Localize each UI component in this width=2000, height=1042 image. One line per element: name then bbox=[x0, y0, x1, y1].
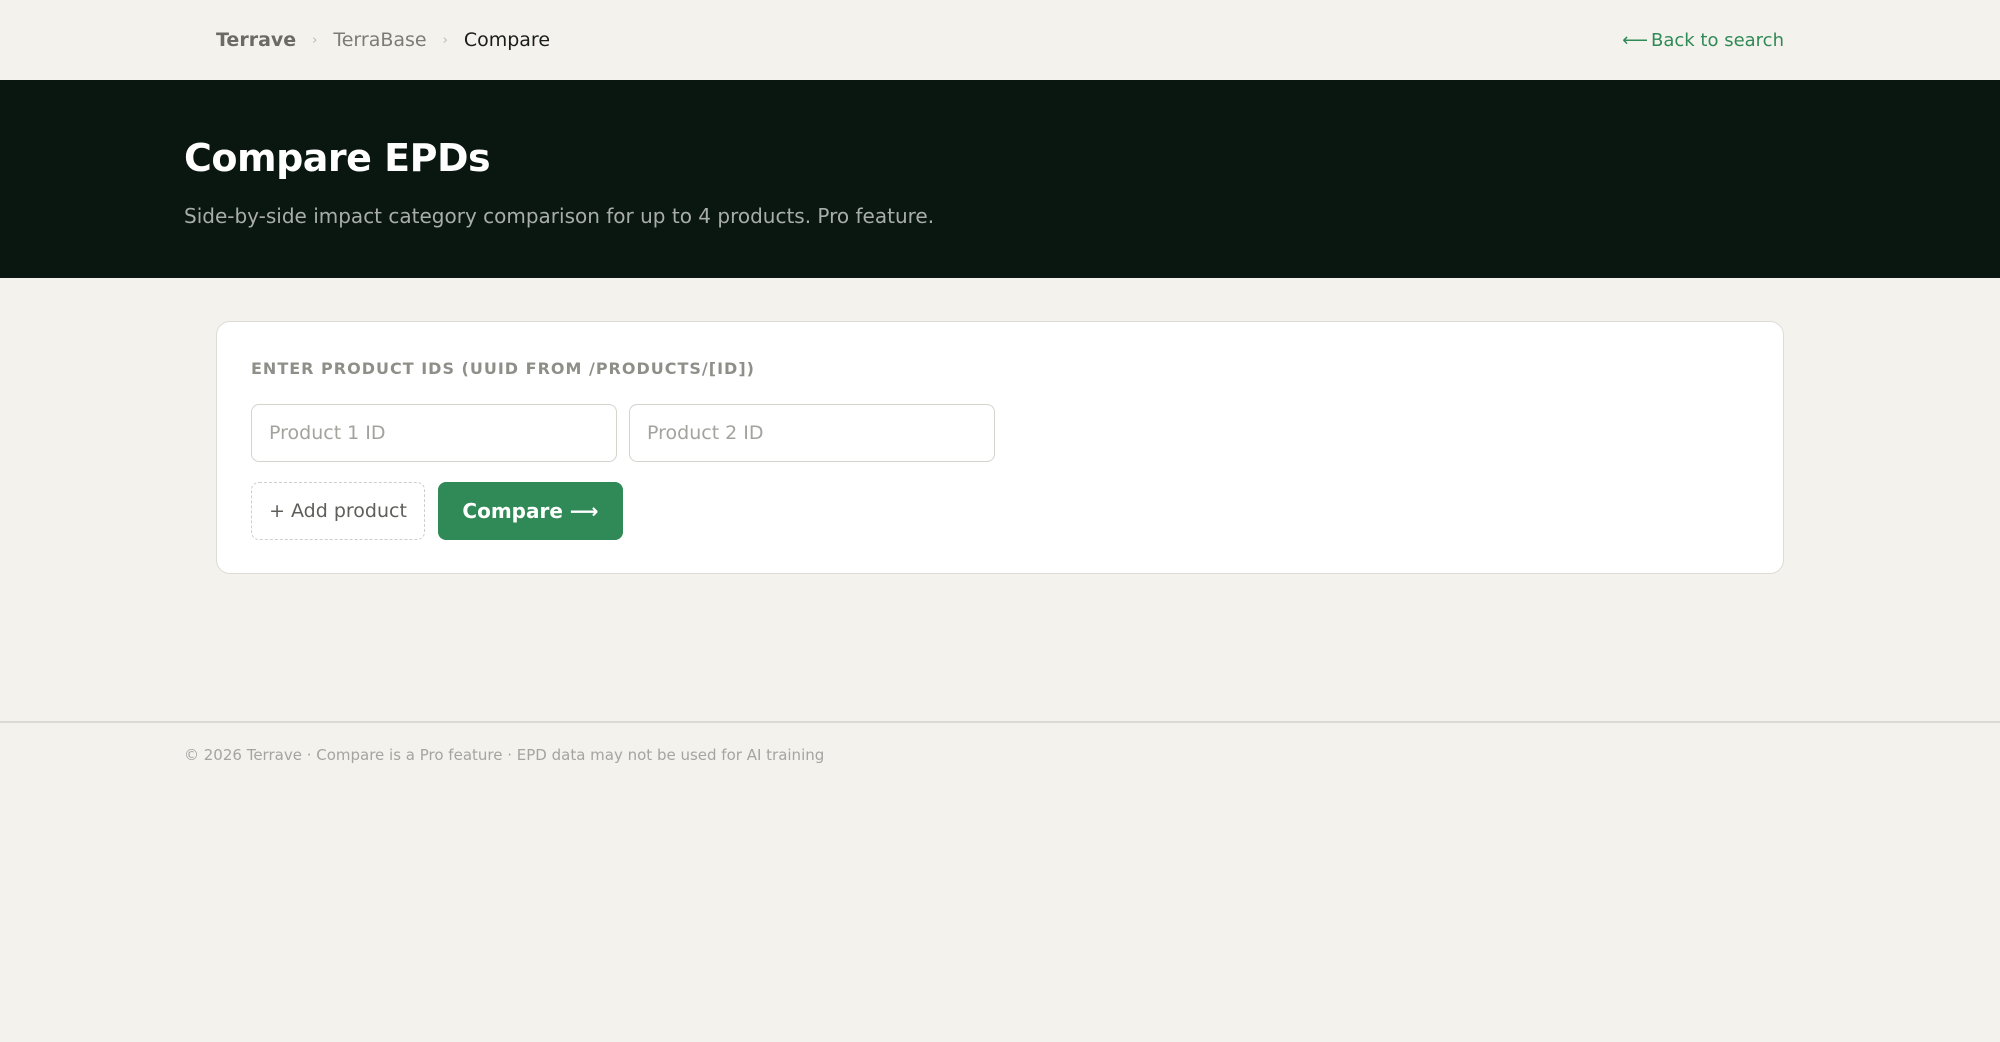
footer-text: © 2026 Terrave · Compare is a Pro featur… bbox=[184, 746, 825, 764]
compare-form-card: ENTER PRODUCT IDS (UUID FROM /PRODUCTS/[… bbox=[216, 321, 1784, 574]
breadcrumb-current: Compare bbox=[463, 29, 551, 51]
arrow-left-icon: ⟵ bbox=[1622, 29, 1648, 51]
product-2-id-input[interactable] bbox=[629, 404, 995, 462]
breadcrumb-terrave-link[interactable]: Terrave bbox=[216, 29, 296, 51]
back-to-search-link[interactable]: ⟵ Back to search bbox=[1622, 0, 1784, 80]
chevron-right-icon: › bbox=[312, 32, 318, 48]
compare-button[interactable]: Compare ⟶ bbox=[438, 482, 623, 540]
top-nav: Terrave › TerraBase › Compare ⟵ Back to … bbox=[0, 0, 2000, 80]
add-product-button[interactable]: + Add product bbox=[251, 482, 425, 540]
product-1-id-input[interactable] bbox=[251, 404, 617, 462]
hero-banner: Compare EPDs Side-by-side impact categor… bbox=[0, 80, 2000, 278]
footer-divider bbox=[0, 721, 2000, 723]
breadcrumb: Terrave › TerraBase › Compare bbox=[216, 0, 550, 80]
breadcrumb-terrabase-link[interactable]: TerraBase bbox=[333, 29, 426, 51]
page-title: Compare EPDs bbox=[184, 136, 491, 180]
chevron-right-icon: › bbox=[442, 32, 448, 48]
product-ids-label: ENTER PRODUCT IDS (UUID FROM /PRODUCTS/[… bbox=[251, 359, 755, 378]
page-subtitle: Side-by-side impact category comparison … bbox=[184, 204, 935, 228]
back-to-search-label: Back to search bbox=[1650, 29, 1784, 51]
